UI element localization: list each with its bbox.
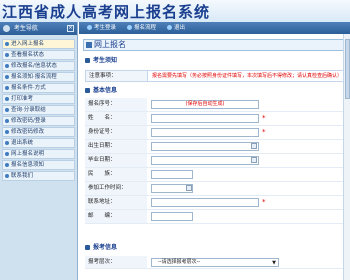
sidebar-item[interactable]: 修改报名/信息状态 bbox=[2, 61, 75, 71]
toolbar-item[interactable]: 退出 bbox=[167, 22, 185, 34]
sidebar-item[interactable]: 查看报名状态 bbox=[2, 50, 75, 60]
calendar-icon[interactable] bbox=[186, 185, 192, 191]
sidebar-header: 考生导航 × bbox=[0, 22, 77, 35]
form-row: 邮 编： bbox=[85, 210, 347, 224]
form-row: 参加工作时间： bbox=[85, 182, 347, 196]
form-row: 身份证号： * bbox=[85, 126, 347, 140]
form-row: 出生日期： bbox=[85, 140, 347, 154]
ethnicity-input[interactable] bbox=[151, 170, 193, 179]
name-input[interactable] bbox=[151, 114, 259, 123]
notice-row: 注意事项： 报名需要先填写（务必按照身份证件填写，本次填写后不得修改；请认真检查… bbox=[85, 70, 347, 82]
bullet-icon bbox=[5, 118, 9, 123]
main-content: 网上报名 考生须知 注意事项： 报名需要先填写（务必按照身份证件填写，本次填写后… bbox=[79, 34, 350, 280]
field-label: 身份证号： bbox=[85, 126, 147, 139]
sidebar-item[interactable]: 网上报名说明 bbox=[2, 149, 75, 159]
form-row: 联系地址： * bbox=[85, 196, 347, 210]
top-toolbar: 考生登录 报名流程 退出 bbox=[79, 22, 350, 34]
close-icon[interactable]: × bbox=[67, 25, 74, 32]
notice-text: 报名需要先填写（务必按照身份证件填写，本次填写后不得修改；请认真检查后确认） bbox=[152, 73, 343, 79]
birth-date-input[interactable] bbox=[151, 142, 259, 151]
field-label: 毕业日期： bbox=[85, 154, 147, 167]
section-icon bbox=[85, 58, 90, 63]
bullet-icon bbox=[5, 140, 9, 145]
postcode-input[interactable] bbox=[151, 212, 193, 221]
sidebar-item[interactable]: 查询·分录取结 bbox=[2, 105, 75, 115]
sidebar-item[interactable]: 打印准考 bbox=[2, 94, 75, 104]
field-label: 邮 编： bbox=[85, 210, 147, 223]
sidebar-item[interactable]: 联系我们 bbox=[2, 171, 75, 181]
bullet-icon bbox=[5, 173, 9, 178]
sidebar-item[interactable]: 报名条件·方式 bbox=[2, 83, 75, 93]
bullet-icon bbox=[5, 52, 9, 57]
field-label: 参加工作时间： bbox=[85, 182, 147, 195]
field-label: 民 族： bbox=[85, 168, 147, 181]
bullet-icon bbox=[5, 63, 9, 68]
vertical-scrollbar[interactable] bbox=[343, 34, 350, 280]
sidebar-item[interactable]: 修改密码修改 bbox=[2, 127, 75, 137]
calendar-icon[interactable] bbox=[251, 143, 257, 149]
section-header-notice: 考生须知 bbox=[85, 56, 117, 65]
bullet-icon bbox=[5, 107, 9, 112]
field-label: 报考层次： bbox=[85, 256, 147, 268]
basic-info-form: 报名序号： (保存后自动生成) 姓 名： * 身份证号： * 出生日期： 毕业日… bbox=[85, 98, 347, 224]
sidebar-item[interactable]: 修改密码/登录 bbox=[2, 116, 75, 126]
sidebar-item[interactable]: 进入网上报名 bbox=[2, 39, 75, 49]
panel-title: 网上报名 bbox=[83, 39, 347, 51]
required-marker: * bbox=[262, 114, 266, 122]
reg-number-field: (保存后自动生成) bbox=[151, 100, 259, 109]
required-marker: * bbox=[262, 128, 266, 136]
field-label: 报名序号： bbox=[85, 98, 147, 111]
sidebar: 考生导航 × 进入网上报名 查看报名状态 修改报名/信息状态 报名须知·报名流程… bbox=[0, 22, 78, 280]
scrollbar-thumb[interactable] bbox=[345, 39, 350, 99]
required-marker: * bbox=[262, 198, 266, 206]
sidebar-item[interactable]: 退出系统 bbox=[2, 138, 75, 148]
bullet-icon bbox=[5, 129, 9, 134]
form-row: 民 族： bbox=[85, 168, 347, 182]
bullet-icon bbox=[5, 74, 9, 79]
bullet-icon bbox=[5, 151, 9, 156]
form-row: 报考层次： --请选择报考层次-- ▼ bbox=[85, 256, 347, 269]
sidebar-title: 考生导航 bbox=[13, 25, 38, 32]
form-row: 姓 名： * bbox=[85, 112, 347, 126]
section-icon bbox=[85, 88, 90, 93]
calendar-icon[interactable] bbox=[251, 157, 257, 163]
field-label: 出生日期： bbox=[85, 140, 147, 153]
section-header-basic: 基本信息 bbox=[85, 86, 117, 95]
sidebar-item[interactable]: 报名须知·报名流程 bbox=[2, 72, 75, 82]
section-header-exam: 报考信息 bbox=[85, 243, 117, 252]
gear-icon bbox=[3, 25, 10, 32]
app-header: 江西省成人高考网上报名系统 bbox=[0, 0, 350, 22]
field-label: 联系地址： bbox=[85, 196, 147, 209]
id-number-input[interactable] bbox=[151, 128, 259, 137]
notice-label: 注意事项： bbox=[86, 71, 148, 81]
app-title: 江西省成人高考网上报名系统 bbox=[2, 3, 211, 21]
form-icon bbox=[86, 42, 92, 48]
bullet-icon bbox=[5, 96, 9, 101]
user-icon bbox=[87, 25, 92, 30]
toolbar-item[interactable]: 报名流程 bbox=[127, 22, 156, 34]
chevron-down-icon: ▼ bbox=[272, 260, 276, 266]
bullet-icon bbox=[5, 41, 9, 46]
address-input[interactable] bbox=[151, 198, 259, 207]
bullet-icon bbox=[5, 85, 9, 90]
bullet-icon bbox=[5, 162, 9, 167]
form-row: 报名序号： (保存后自动生成) bbox=[85, 98, 347, 112]
section-icon bbox=[85, 245, 90, 250]
sidebar-item[interactable]: 报名信息须知 bbox=[2, 160, 75, 170]
toolbar-item[interactable]: 考生登录 bbox=[87, 22, 116, 34]
info-icon bbox=[127, 25, 132, 30]
form-row: 毕业日期： bbox=[85, 154, 347, 168]
graduation-date-input[interactable] bbox=[151, 156, 259, 165]
exam-level-select[interactable]: --请选择报考层次-- ▼ bbox=[151, 258, 279, 267]
exit-icon bbox=[167, 25, 172, 30]
field-label: 姓 名： bbox=[85, 112, 147, 125]
